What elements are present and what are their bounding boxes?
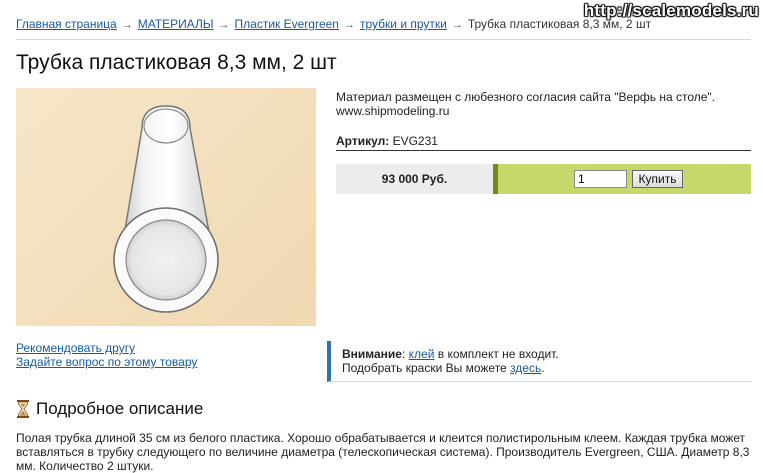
breadcrumb: Главная страница → МАТЕРИАЛЫ → Пластик Everg… [16, 17, 651, 31]
sku-label: Артикул: [336, 134, 390, 148]
breadcrumb-arrow-icon: → [343, 19, 355, 31]
breadcrumb-arrow-icon: → [451, 19, 463, 31]
notice-line-2-text: Подобрать краски Вы можете [342, 361, 511, 375]
breadcrumb-tubes-link[interactable]: трубки и прутки [360, 17, 447, 31]
page-title: Трубка пластиковая 8,3 мм, 2 шт [16, 51, 337, 74]
recommend-friend-link[interactable]: Рекомендовать другу [16, 341, 197, 355]
buy-button[interactable]: Купить [632, 170, 683, 188]
description-text: Полая трубка длиной 35 см из белого плас… [16, 431, 750, 473]
hourglass-icon [17, 400, 29, 418]
product-image[interactable] [16, 88, 316, 326]
notice-period: . [541, 361, 545, 375]
breadcrumb-home-link[interactable]: Главная страница [16, 17, 117, 31]
ask-question-link[interactable]: Задайте вопрос по этому товару [16, 355, 197, 369]
notice-line-1-text: в комплект не входит. [434, 347, 559, 361]
tube-illustration [113, 105, 219, 313]
buy-panel: Купить [493, 164, 751, 194]
notice-line-2: Подобрать краски Вы можете здесь. [342, 361, 751, 375]
breadcrumb-materials-link[interactable]: МАТЕРИАЛЫ [138, 17, 214, 31]
sku-divider [336, 150, 751, 151]
sku-value: EVG231 [392, 134, 438, 148]
notice-label: Внимание [342, 347, 402, 361]
notice-colon: : [401, 347, 406, 361]
description-title: Подробное описание [36, 399, 204, 418]
description-heading: Подробное описание [16, 398, 203, 420]
attention-notice: Внимание: клей в комплект не входит. Под… [327, 341, 751, 382]
notice-line-1: Внимание: клей в комплект не входит. [342, 347, 751, 361]
breadcrumb-arrow-icon: → [121, 19, 133, 31]
breadcrumb-arrow-icon: → [218, 19, 230, 31]
paints-here-link[interactable]: здесь [510, 361, 541, 375]
sku-line: Артикул: EVG231 [336, 134, 438, 148]
product-links: Рекомендовать другу Задайте вопрос по эт… [16, 341, 197, 369]
breadcrumb-evergreen-link[interactable]: Пластик Evergreen [235, 17, 339, 31]
price: 93 000 Руб. [336, 164, 493, 194]
material-source-note: Материал размещен с любезного согласия с… [336, 90, 716, 118]
glue-link[interactable]: клей [409, 347, 435, 361]
breadcrumb-current: Трубка пластиковая 8,3 мм, 2 шт [467, 17, 652, 31]
title-divider [16, 39, 751, 40]
quantity-input[interactable] [574, 170, 627, 188]
